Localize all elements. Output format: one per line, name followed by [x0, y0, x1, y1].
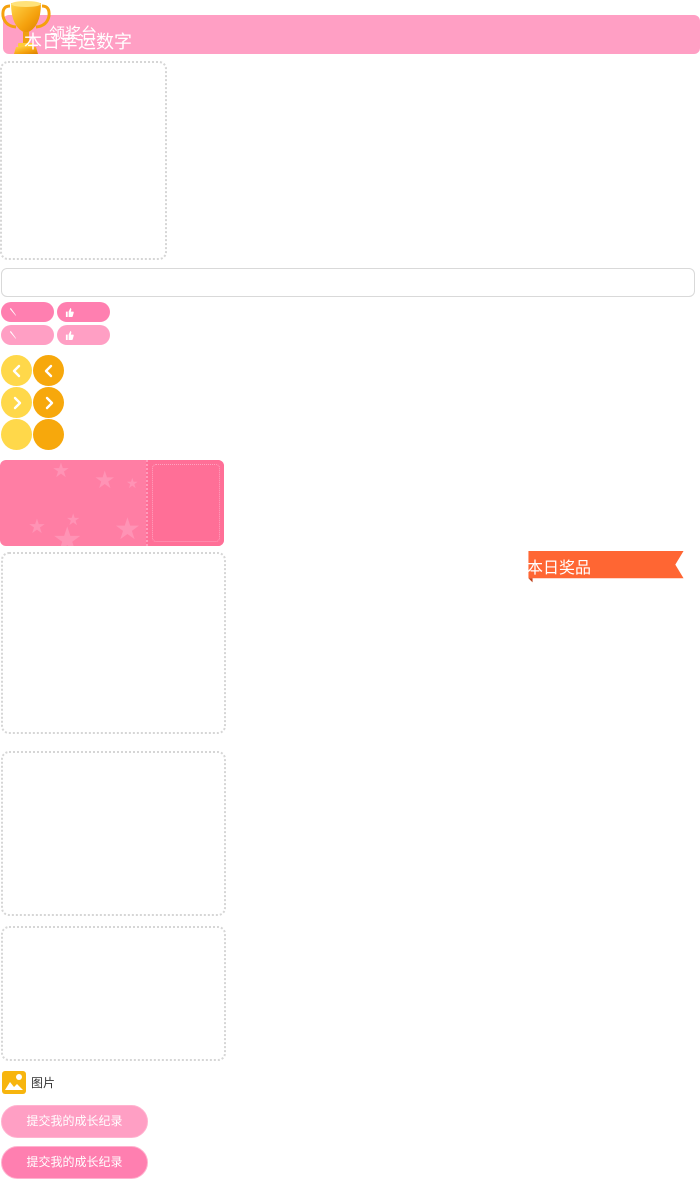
- next-button[interactable]: [33, 387, 64, 418]
- star-icon: ★: [52, 460, 70, 482]
- blank-circle-button[interactable]: [33, 419, 64, 450]
- image-upload-label[interactable]: 图片: [31, 1075, 55, 1091]
- thumbs-up-icon: [65, 330, 74, 340]
- image-icon[interactable]: [2, 1071, 26, 1094]
- chevron-right-icon: [13, 396, 21, 409]
- lucky-number-display: [146, 460, 224, 546]
- prize-label: 本日奖品: [527, 558, 592, 577]
- prev-button[interactable]: [1, 355, 32, 386]
- like-pill-button[interactable]: [57, 325, 110, 345]
- submit-record-button[interactable]: 提交我的成长纪录: [1, 1105, 148, 1138]
- star-icon: ★: [94, 466, 116, 494]
- lucky-number-card: ★ ★ ★ ★ ★ ★ ★: [0, 460, 224, 546]
- content-box: [1, 926, 226, 1061]
- prev-button[interactable]: [33, 355, 64, 386]
- chevron-left-icon: [12, 364, 20, 377]
- pencil-icon: [9, 307, 17, 316]
- pencil-icon: [9, 330, 17, 339]
- photo-upload-box[interactable]: [0, 61, 167, 260]
- thumbs-up-icon: [65, 307, 74, 317]
- next-button[interactable]: [1, 387, 32, 418]
- star-icon: ★: [52, 520, 83, 546]
- text-input[interactable]: [1, 268, 695, 297]
- star-icon: ★: [114, 512, 141, 546]
- edit-pill-button[interactable]: [1, 302, 54, 322]
- star-icon: ★: [28, 514, 46, 538]
- content-box: [1, 552, 226, 734]
- like-pill-button[interactable]: [57, 302, 110, 322]
- blank-circle-button[interactable]: [1, 419, 32, 450]
- chevron-left-icon: [44, 364, 52, 377]
- chevron-right-icon: [45, 396, 53, 409]
- edit-pill-button[interactable]: [1, 325, 54, 345]
- lucky-number-label: 本日幸运数字: [24, 32, 132, 53]
- content-box: [1, 751, 226, 916]
- submit-record-button[interactable]: 提交我的成长纪录: [1, 1146, 148, 1179]
- star-icon: ★: [126, 476, 139, 492]
